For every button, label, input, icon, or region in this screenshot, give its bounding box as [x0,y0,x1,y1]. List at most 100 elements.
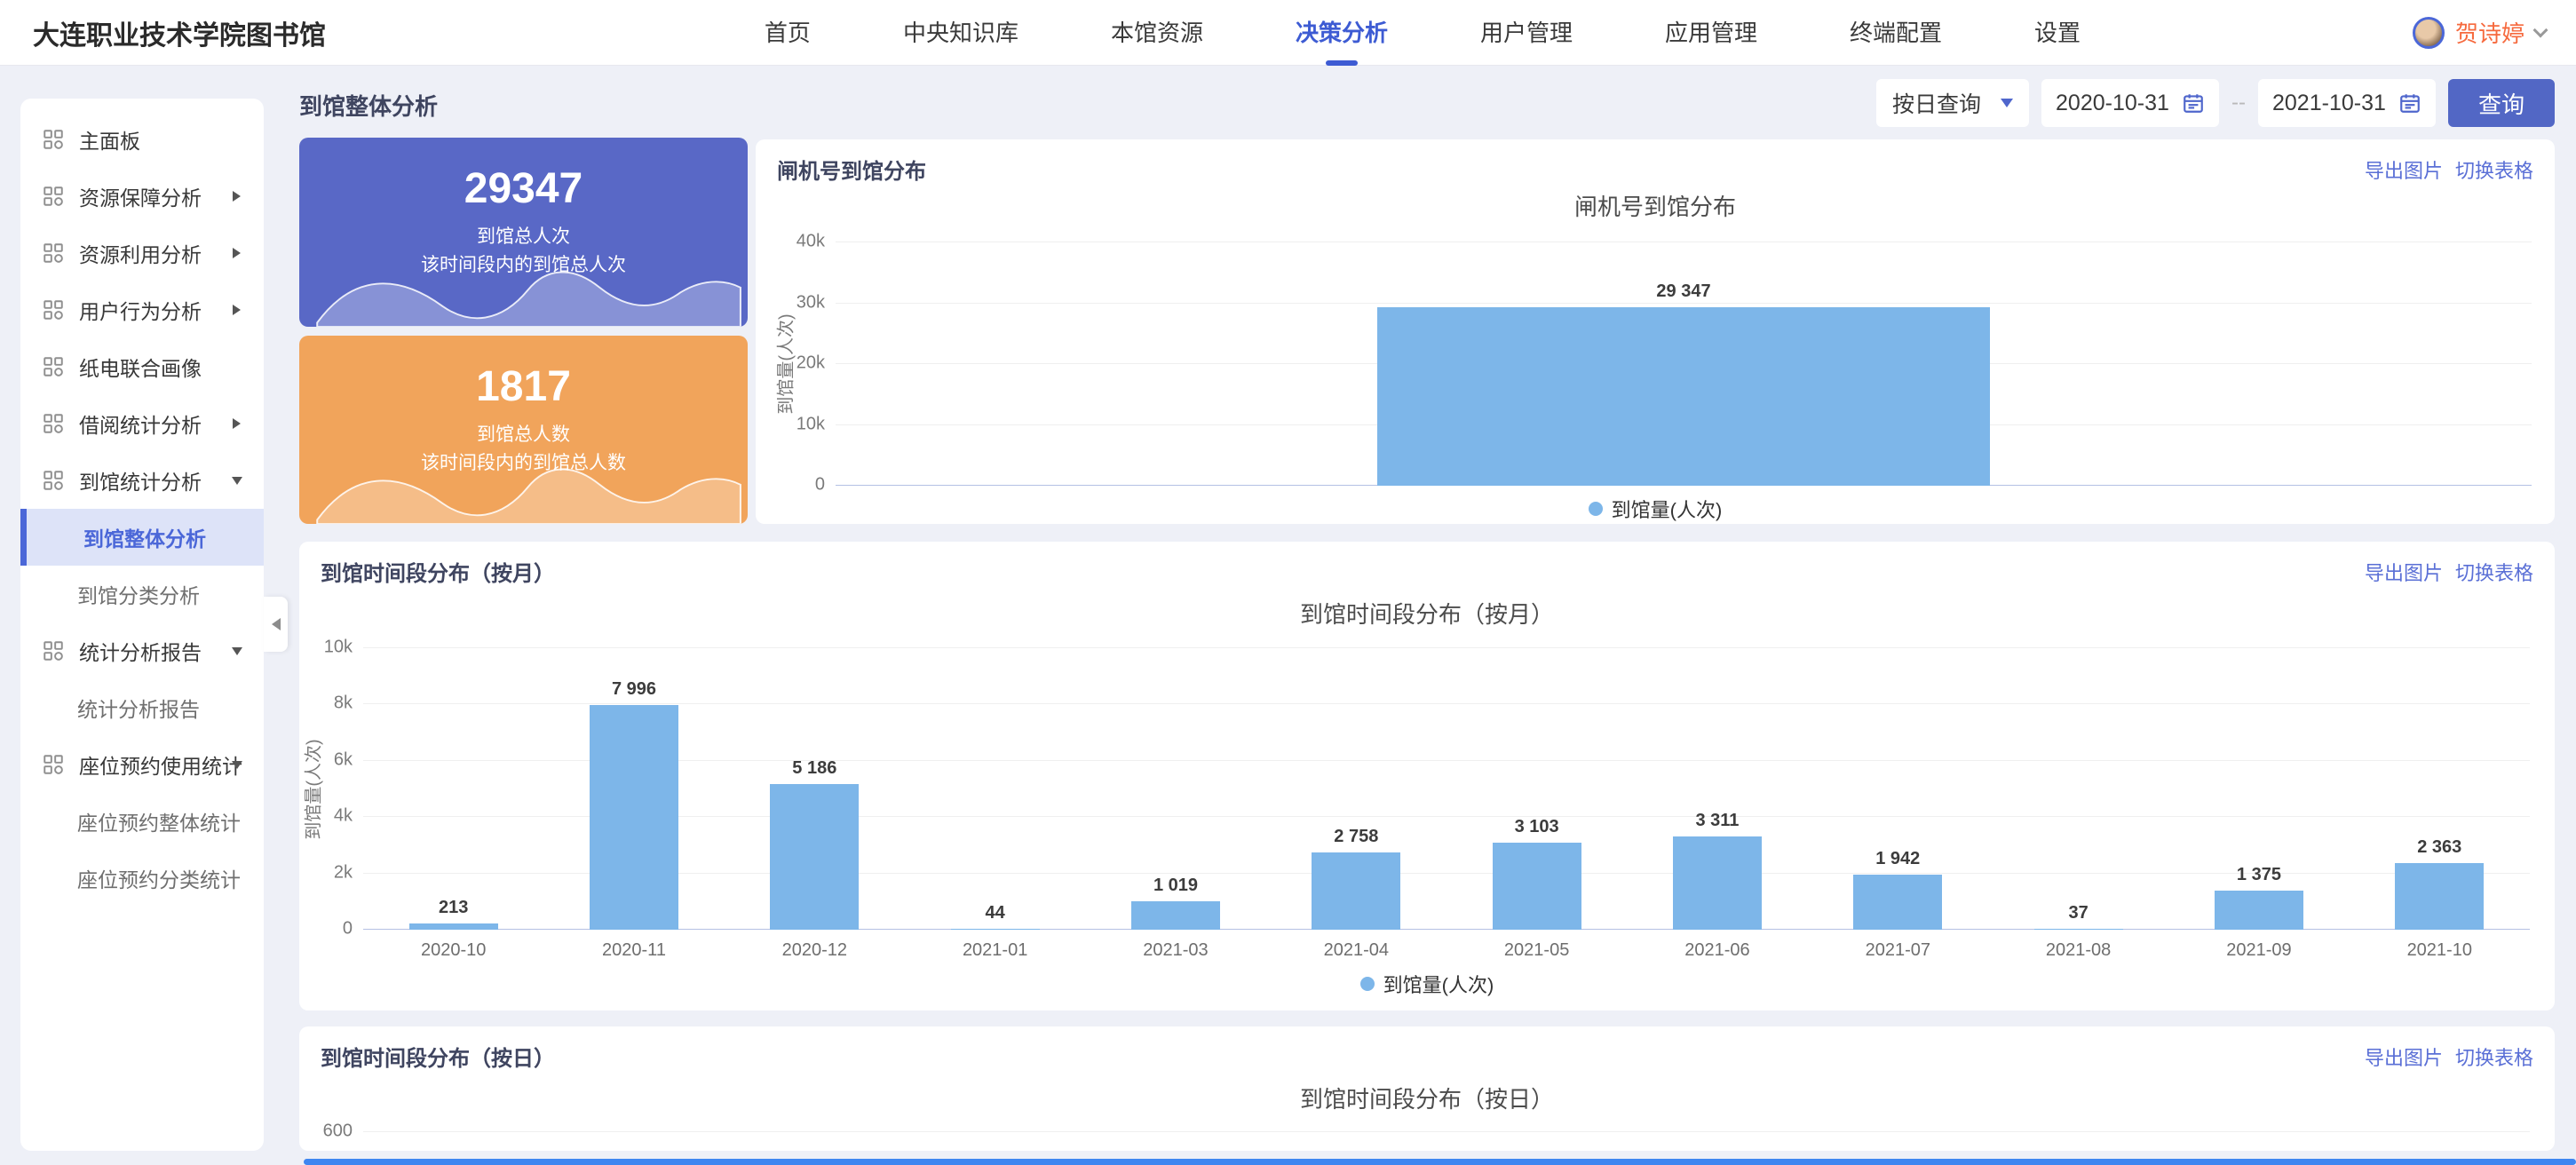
sidebar-item-label: 资源保障分析 [79,181,202,211]
x-tick-label: 2021-01 [963,940,1027,961]
sidebar-item-到馆整体分析[interactable]: 到馆整体分析 [20,509,264,566]
caret-right-icon [233,418,241,429]
y-tick-label: 0 [343,919,353,939]
main-nav: 首页中央知识库本馆资源决策分析用户管理应用管理终端配置设置 [612,0,2127,66]
bar-value-label: 213 [439,898,468,918]
sidebar-item-统计分析报告[interactable]: 统计分析报告 [20,679,264,736]
bar-2021-01[interactable]: 44 [951,929,1040,930]
sidebar-item-座位预约使用统计[interactable]: 座位预约使用统计 [20,736,264,793]
y-tick-label: 6k [334,749,353,770]
bar-slot: 1 3752021-09 [2168,648,2349,930]
export-image-link[interactable]: 导出图片 [2365,1042,2443,1071]
sidebar-item-座位预约分类统计[interactable]: 座位预约分类统计 [20,850,264,907]
nav-item-本馆资源[interactable]: 本馆资源 [1065,0,1249,66]
bar-2021-09[interactable]: 1 375 [2215,891,2303,930]
wave-decoration [299,442,748,524]
query-type-value: 按日查询 [1892,87,1981,119]
nav-item-首页[interactable]: 首页 [718,0,857,66]
sidebar-item-资源利用分析[interactable]: 资源利用分析 [20,225,264,281]
sidebar-item-用户行为分析[interactable]: 用户行为分析 [20,281,264,338]
y-tick-label: 40k [797,232,825,252]
y-tick-label: 0 [815,475,825,495]
nav-item-中央知识库[interactable]: 中央知识库 [857,0,1065,66]
bar-2021-08[interactable]: 37 [2034,929,2123,930]
bar-2021-03[interactable]: 1 019 [1131,901,1220,930]
sidebar-item-到馆统计分析[interactable]: 到馆统计分析 [20,452,264,509]
nav-item-应用管理[interactable]: 应用管理 [1619,0,1803,66]
x-tick-label: 2021-06 [1684,940,1749,961]
bar-value-label: 1 019 [1153,876,1198,896]
sidebar-item-资源保障分析[interactable]: 资源保障分析 [20,168,264,225]
sidebar-item-label: 到馆统计分析 [79,465,202,495]
select-caret-icon [2001,99,2013,107]
nav-item-设置[interactable]: 设置 [1988,0,2127,66]
bar-2020-10[interactable]: 213 [409,923,498,930]
bar-2020-12[interactable]: 5 186 [770,784,859,930]
bar-slot: 3 3112021-06 [1627,648,1807,930]
monthly-chart-plot: 02k4k6k8k10k到馆量(人次)2132020-107 9962020-1… [363,648,2530,930]
x-tick-label: 2021-07 [1866,940,1930,961]
toggle-table-link[interactable]: 切换表格 [2455,155,2533,184]
bar-value-label: 2 758 [1334,827,1378,847]
sidebar-item-label: 座位预约整体统计 [77,806,241,836]
date-end-input[interactable]: 2021-10-31 [2258,79,2436,127]
x-tick-label: 2020-12 [782,940,847,961]
y-tick-label: 8k [334,693,353,714]
sidebar-item-label: 到馆分类分析 [77,579,200,609]
bar-value-label: 1 942 [1875,849,1920,869]
y-tick-label: 600 [323,1121,353,1142]
toggle-table-link[interactable]: 切换表格 [2455,558,2533,586]
dashboard-grid-icon [42,469,65,492]
legend[interactable]: 到馆量(人次) [756,495,2555,523]
sidebar-item-借阅统计分析[interactable]: 借阅统计分析 [20,395,264,452]
bar-value-label: 1 375 [2237,865,2281,885]
user-avatar[interactable] [2413,17,2445,49]
panel-monthly-distribution: 到馆时间段分布（按月） 导出图片 切换表格 到馆时间段分布（按月） 02k4k6… [299,542,2555,1010]
bar-value-label: 2 363 [2417,837,2461,858]
stat-value: 1817 [299,362,748,411]
sidebar-item-纸电联合画像[interactable]: 纸电联合画像 [20,338,264,395]
nav-item-决策分析[interactable]: 决策分析 [1249,0,1434,66]
nav-item-用户管理[interactable]: 用户管理 [1434,0,1619,66]
export-image-link[interactable]: 导出图片 [2365,558,2443,586]
panel-title: 到馆时间段分布（按月） [321,556,555,587]
sidebar-collapse-handle[interactable] [264,597,288,652]
horizontal-scrollbar[interactable] [304,1159,2576,1165]
sidebar-item-label: 用户行为分析 [79,295,202,325]
dashboard-grid-icon [42,355,65,378]
date-start-input[interactable]: 2020-10-31 [2041,79,2219,127]
nav-item-终端配置[interactable]: 终端配置 [1803,0,1988,66]
toggle-table-link[interactable]: 切换表格 [2455,1042,2533,1071]
sidebar-item-label: 资源利用分析 [79,238,202,268]
legend[interactable]: 到馆量(人次) [299,970,2555,998]
sidebar-item-统计分析报告[interactable]: 统计分析报告 [20,622,264,679]
bar-2021-05[interactable]: 3 103 [1493,843,1581,930]
export-image-link[interactable]: 导出图片 [2365,155,2443,184]
bar-2021-07[interactable]: 1 942 [1853,875,1942,930]
sidebar-item-座位预约整体统计[interactable]: 座位预约整体统计 [20,793,264,850]
sidebar-item-label: 座位预约分类统计 [77,863,241,893]
bar-total[interactable]: 29 347 [1377,307,1990,486]
bar-2021-06[interactable]: 3 311 [1673,836,1762,930]
calendar-icon [2398,91,2421,115]
sidebar-item-主面板[interactable]: 主面板 [20,111,264,168]
caret-down-icon [232,647,242,655]
bar-slot: 2132020-10 [363,648,543,930]
search-button[interactable]: 查询 [2448,79,2555,127]
date-start-value: 2020-10-31 [2056,91,2169,116]
bar-2020-11[interactable]: 7 996 [590,705,678,930]
bar-2021-10[interactable]: 2 363 [2395,863,2484,930]
bar-slot: 442021-01 [905,648,1085,930]
user-menu[interactable]: 贺诗婷 [2413,16,2576,49]
bar-value-label: 3 311 [1695,811,1739,831]
date-range-separator: -- [2231,91,2246,115]
legend-dot-icon [1589,502,1603,516]
bar-2021-04[interactable]: 2 758 [1312,852,1400,930]
sidebar-item-label: 统计分析报告 [77,693,200,723]
query-type-select[interactable]: 按日查询 [1876,79,2029,127]
sidebar-item-到馆分类分析[interactable]: 到馆分类分析 [20,566,264,622]
bar-slot: 5 1862020-12 [725,648,905,930]
dashboard-grid-icon [42,185,65,208]
panel-gate-distribution: 闸机号到馆分布 导出图片 切换表格 闸机号到馆分布 010k20k30k40k到… [756,139,2555,524]
bar-slot: 2 3632021-10 [2350,648,2530,930]
